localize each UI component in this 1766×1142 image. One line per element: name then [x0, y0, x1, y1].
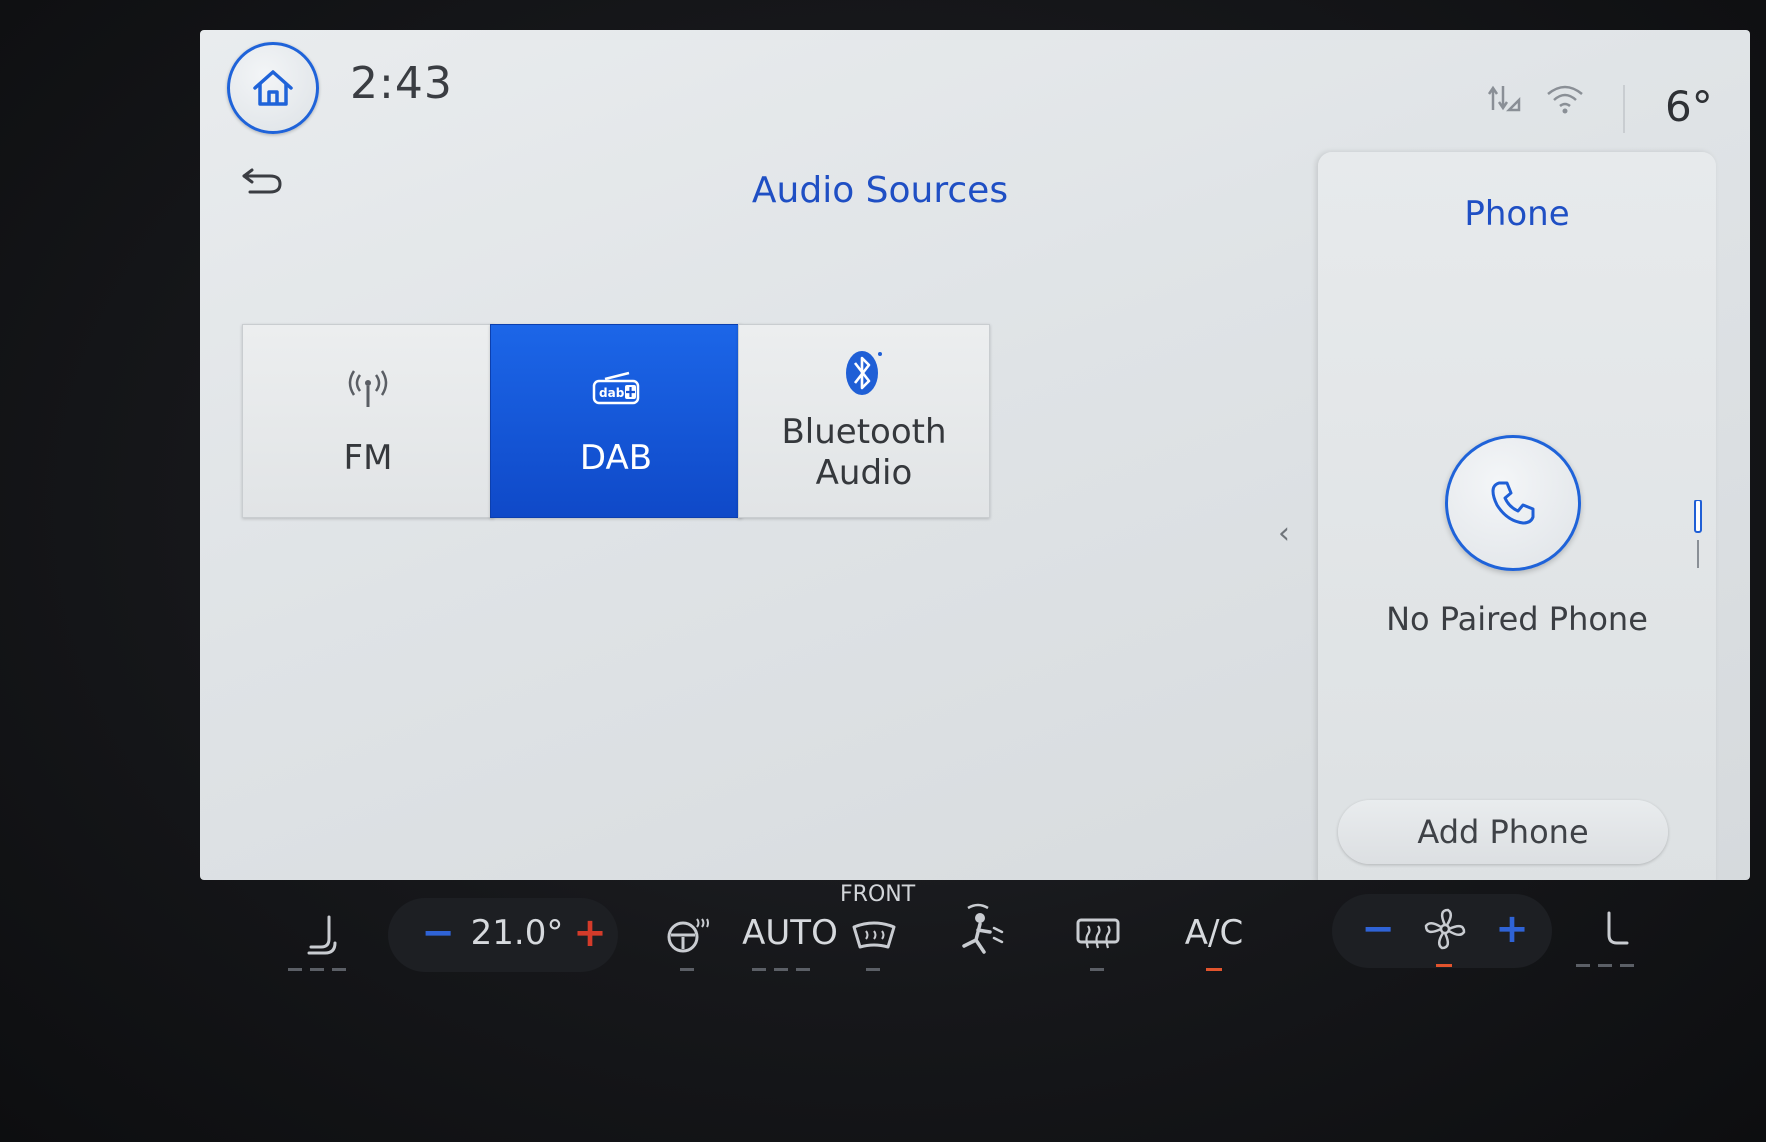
panel-collapse-chevron-icon[interactable]: ‹ — [1278, 516, 1290, 551]
dab-plus-icon: dab — [591, 364, 641, 414]
front-defrost-label: FRONT — [840, 882, 916, 907]
home-button[interactable] — [227, 42, 319, 134]
source-label: DAB — [579, 437, 653, 478]
level-indicator — [1598, 964, 1612, 967]
fan-icon — [1418, 902, 1472, 956]
fan-active-indicator — [1436, 964, 1452, 967]
level-indicator — [796, 968, 810, 971]
clock: 2:43 — [350, 58, 453, 109]
ac-button[interactable]: A/C — [1174, 908, 1254, 958]
source-tile-dab[interactable]: dab DAB — [490, 324, 742, 518]
phone-panel-title: Phone — [1464, 194, 1570, 234]
add-phone-button[interactable]: Add Phone — [1338, 800, 1668, 864]
level-indicator — [866, 968, 880, 971]
status-divider — [1623, 85, 1625, 133]
auto-climate-button[interactable]: AUTO — [740, 908, 840, 958]
source-label: Bluetooth Audio — [781, 412, 947, 493]
level-indicator — [1090, 968, 1104, 971]
level-indicator — [310, 968, 324, 971]
seat-heat-left-icon[interactable] — [300, 910, 350, 960]
level-indicator — [752, 968, 766, 971]
climate-bar: − 21.0° + AUTO FRONT A/C − + — [270, 880, 1650, 990]
level-indicator — [288, 968, 302, 971]
phone-status: No Paired Phone — [1386, 600, 1648, 638]
seat-heat-right-icon[interactable] — [1588, 906, 1638, 956]
steering-wheel-heat-icon[interactable] — [662, 910, 712, 960]
wifi-icon — [1545, 82, 1585, 120]
bluetooth-icon — [844, 348, 884, 398]
level-indicator — [1620, 964, 1634, 967]
fan-increase-button[interactable]: + — [1492, 904, 1532, 954]
home-icon — [253, 70, 293, 106]
level-indicator — [680, 968, 694, 971]
page-title: Audio Sources — [751, 170, 1009, 211]
level-indicator — [332, 968, 346, 971]
source-tile-fm[interactable]: FM — [242, 324, 494, 518]
level-indicator — [774, 968, 788, 971]
svg-text:dab: dab — [599, 386, 625, 400]
temperature-value: 21.0° — [470, 913, 564, 953]
call-button[interactable] — [1445, 435, 1581, 571]
air-distribution-icon[interactable] — [946, 900, 1010, 964]
back-button[interactable] — [238, 162, 286, 202]
antenna-icon — [346, 364, 390, 414]
rear-defrost-icon[interactable] — [1070, 912, 1126, 956]
level-indicator — [1576, 964, 1590, 967]
phone-panel: Phone No Paired Phone Add Phone — [1318, 152, 1716, 880]
temperature-increase-button[interactable]: + — [570, 908, 610, 958]
outside-temperature: 6° — [1665, 82, 1713, 131]
ac-active-indicator — [1206, 968, 1222, 971]
infotainment-screen: 2:43 6° Audio Sources FM dab DAB Bluetoo… — [200, 30, 1750, 880]
source-tile-bluetooth-audio[interactable]: Bluetooth Audio — [738, 324, 990, 518]
scrollbar[interactable] — [1694, 499, 1702, 570]
phone-icon — [1491, 481, 1535, 525]
temperature-decrease-button[interactable]: − — [418, 908, 458, 958]
signal-off-icon — [1485, 80, 1521, 120]
fan-decrease-button[interactable]: − — [1358, 904, 1398, 954]
back-arrow-icon — [242, 168, 282, 194]
front-defrost-icon[interactable] — [846, 916, 902, 956]
source-label: FM — [343, 437, 393, 478]
